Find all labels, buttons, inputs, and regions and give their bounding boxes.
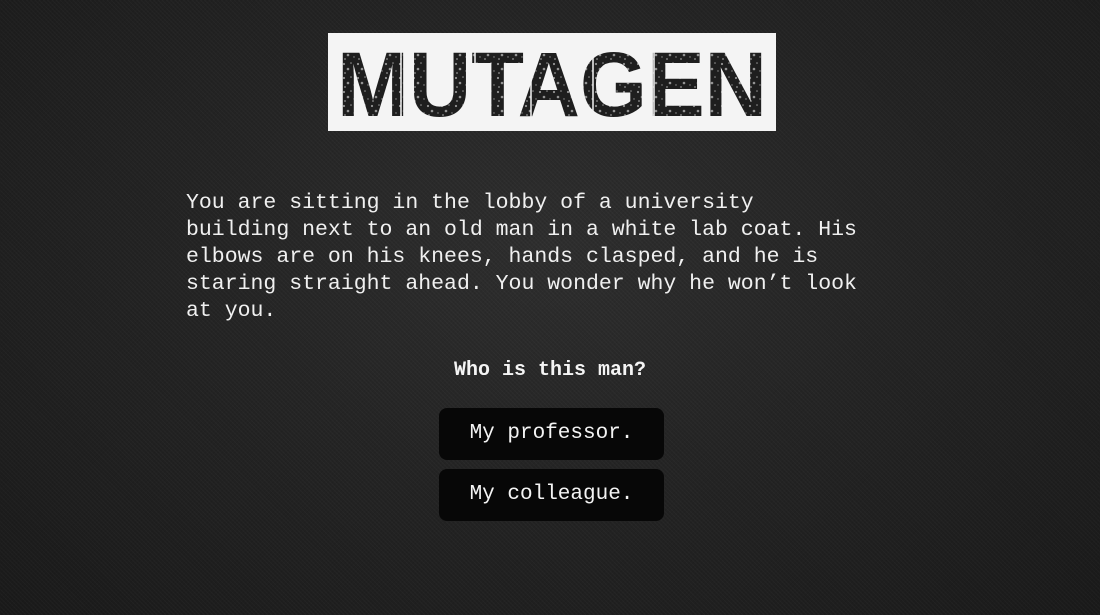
game-logo: MUTAGEN MUTAGEN — [328, 33, 776, 131]
story-text: You are sitting in the lobby of a univer… — [186, 191, 857, 323]
logo-image: MUTAGEN MUTAGEN — [328, 33, 776, 131]
choice-button-professor[interactable]: My professor. — [439, 408, 664, 460]
question-prompt: Who is this man? — [453, 359, 647, 382]
choice-button-colleague[interactable]: My colleague. — [439, 469, 664, 521]
